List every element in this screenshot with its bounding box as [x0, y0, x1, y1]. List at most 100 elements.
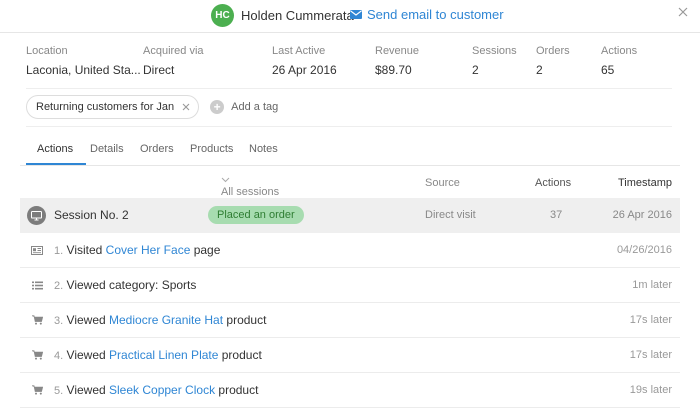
plus-icon: + — [210, 100, 225, 114]
action-product-link[interactable]: Mediocre Granite Hat — [109, 313, 223, 327]
tab-notes[interactable]: Notes — [249, 143, 278, 155]
tab-bar: Actions Details Orders Products Notes — [26, 137, 680, 165]
action-text: 3. Viewed Mediocre Granite Hat product — [54, 313, 266, 327]
session-source: Direct visit — [425, 209, 476, 221]
action-page-link[interactable]: Cover Her Face — [106, 243, 191, 257]
action-prefix: Visited — [66, 243, 106, 257]
stat-value: Laconia, United Sta... — [26, 63, 141, 77]
customer-avatar: HC — [211, 4, 234, 27]
action-suffix: product — [218, 348, 262, 362]
action-suffix: product — [223, 313, 267, 327]
customer-stats: Location Laconia, United Sta... Acquired… — [0, 45, 700, 81]
session-action-count: 37 — [550, 209, 563, 221]
stat-revenue: Revenue $89.70 — [375, 45, 419, 77]
action-number: 3. — [54, 315, 64, 327]
stat-sessions: Sessions 2 — [472, 45, 517, 77]
close-icon — [678, 6, 688, 20]
cart-icon — [31, 384, 43, 396]
tab-orders[interactable]: Orders — [140, 143, 174, 155]
stat-value: Direct — [143, 63, 175, 77]
page-icon — [31, 244, 43, 256]
stat-value: $89.70 — [375, 63, 412, 77]
cart-icon — [31, 349, 43, 361]
tab-actions[interactable]: Actions — [37, 143, 73, 155]
action-suffix: page — [190, 243, 221, 257]
action-row[interactable]: 4. Viewed Practical Linen Plate product … — [20, 338, 680, 373]
cart-icon — [31, 314, 43, 326]
stat-label: Revenue — [375, 45, 420, 57]
session-title: Session No. 2 — [54, 208, 129, 222]
stat-label: Last Active — [272, 45, 326, 57]
stats-divider — [26, 88, 672, 89]
action-prefix: Viewed — [66, 348, 110, 362]
session-timestamp: 26 Apr 2016 — [612, 209, 672, 221]
list-icon — [31, 279, 43, 291]
send-email-link[interactable]: Send email to customer — [350, 7, 504, 22]
tag-list: Returning customers for Jan + Add a tag — [26, 95, 278, 119]
tags-divider — [26, 126, 672, 127]
stat-value: 65 — [601, 63, 615, 77]
action-text: 5. Viewed Sleek Copper Clock product — [54, 383, 258, 397]
tab-details[interactable]: Details — [90, 143, 124, 155]
tag-remove-button[interactable] — [182, 100, 190, 114]
sessions-filter-dropdown[interactable]: All sessions — [221, 177, 279, 198]
stat-orders: Orders 2 — [536, 45, 570, 77]
stat-label: Actions — [601, 45, 638, 57]
action-text: 2. Viewed category: Sports — [54, 278, 196, 292]
stat-location: Location Laconia, United Sta... — [26, 45, 141, 77]
close-icon — [182, 103, 190, 111]
action-timestamp: 17s later — [629, 314, 672, 326]
action-number: 5. — [54, 385, 64, 397]
action-number: 4. — [54, 350, 64, 362]
close-button[interactable] — [675, 5, 691, 21]
action-number: 2. — [54, 280, 64, 292]
send-email-label: Send email to customer — [367, 7, 504, 22]
stat-label: Acquired via — [143, 45, 204, 57]
tab-products[interactable]: Products — [190, 143, 233, 155]
stat-actions: Actions 65 — [601, 45, 637, 77]
action-timestamp: 04/26/2016 — [616, 244, 672, 256]
stat-value: 26 Apr 2016 — [272, 63, 337, 77]
tag-label: Returning customers for Jan — [36, 101, 175, 113]
action-row[interactable]: 1. Visited Cover Her Face page 04/26/201… — [20, 233, 680, 268]
action-prefix: Viewed category: Sports — [66, 278, 197, 292]
tabs-divider — [20, 165, 680, 166]
table-header: All sessions Source Actions Timestamp — [20, 168, 680, 198]
session-row[interactable]: Session No. 2 Placed an order Direct vis… — [20, 198, 680, 233]
envelope-icon — [350, 7, 362, 22]
add-tag-button[interactable]: + Add a tag — [210, 100, 278, 114]
action-suffix: product — [215, 383, 259, 397]
action-timestamp: 17s later — [629, 349, 672, 361]
column-source: Source — [425, 177, 460, 189]
chevron-down-icon — [221, 177, 230, 183]
action-text: 4. Viewed Practical Linen Plate product — [54, 348, 262, 362]
sessions-filter-label: All sessions — [221, 186, 280, 198]
stat-label: Location — [26, 45, 68, 57]
action-timestamp: 1m later — [632, 279, 672, 291]
action-prefix: Viewed — [66, 383, 110, 397]
action-row[interactable]: 3. Viewed Mediocre Granite Hat product 1… — [20, 303, 680, 338]
action-row[interactable]: 2. Viewed category: Sports 1m later — [20, 268, 680, 303]
action-number: 1. — [54, 245, 64, 257]
action-product-link[interactable]: Sleek Copper Clock — [109, 383, 215, 397]
customer-header: HC Holden Cummerata Send email to custom… — [0, 0, 700, 32]
stat-last-active: Last Active 26 Apr 2016 — [272, 45, 337, 77]
tag-chip: Returning customers for Jan — [26, 95, 200, 119]
stat-value: 2 — [472, 63, 479, 77]
action-product-link[interactable]: Practical Linen Plate — [109, 348, 218, 362]
stat-value: 2 — [536, 63, 543, 77]
header-divider — [0, 32, 700, 33]
action-row[interactable]: 5. Viewed Sleek Copper Clock product 19s… — [20, 373, 680, 408]
action-timestamp: 19s later — [629, 384, 672, 396]
stat-label: Sessions — [472, 45, 517, 57]
stat-label: Orders — [536, 45, 570, 57]
add-tag-label: Add a tag — [231, 101, 279, 113]
action-prefix: Viewed — [66, 313, 110, 327]
action-text: 1. Visited Cover Her Face page — [54, 243, 220, 257]
stat-acquired-via: Acquired via Direct — [143, 45, 204, 77]
column-timestamp: Timestamp — [618, 177, 672, 189]
customer-name: Holden Cummerata — [241, 8, 354, 23]
column-actions: Actions — [535, 177, 572, 189]
placed-order-badge: Placed an order — [208, 206, 304, 224]
monitor-icon — [27, 206, 46, 225]
